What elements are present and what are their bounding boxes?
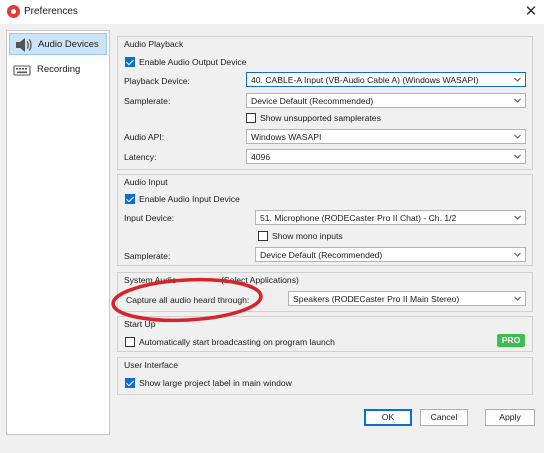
chevron-down-icon	[514, 296, 521, 301]
app-logo-icon	[7, 5, 20, 18]
enable-output-label: Enable Audio Output Device	[139, 57, 247, 67]
show-unsupported-checkbox[interactable]	[246, 113, 256, 123]
apply-button[interactable]: Apply	[485, 409, 535, 426]
show-unsupported-label: Show unsupported samplerates	[260, 113, 381, 123]
pro-badge: PRO	[497, 334, 525, 347]
input-samplerate-value: Device Default (Recommended)	[260, 250, 383, 260]
chevron-down-icon	[514, 154, 521, 159]
show-mono-checkbox[interactable]	[258, 231, 268, 241]
input-samplerate-select[interactable]: Device Default (Recommended)	[255, 247, 526, 262]
category-sidebar: Audio Devices Recording	[6, 30, 110, 435]
sidebar-item-audio-devices[interactable]: Audio Devices	[9, 33, 107, 55]
title-bar: Preferences ✕	[0, 0, 544, 24]
latency-value: 4096	[251, 152, 271, 162]
user-interface-group: User Interface Show large project label …	[117, 357, 533, 395]
preferences-window: Preferences ✕ Audio Devices Recording Au…	[0, 0, 544, 453]
audio-input-group: Audio Input Enable Audio Input Device In…	[117, 174, 533, 266]
chevron-down-icon	[514, 215, 521, 220]
capture-audio-label: Capture all audio heard through:	[126, 295, 250, 305]
group-title-suffix: (Select Applications)	[221, 275, 299, 285]
playback-device-value: 40. CABLE-A Input (VB-Audio Cable A) (Wi…	[251, 75, 479, 85]
input-samplerate-label: Samplerate:	[124, 251, 171, 261]
large-label-checkbox[interactable]	[125, 378, 135, 388]
start-up-group: Start Up Automatically start broadcastin…	[117, 316, 533, 352]
latency-label: Latency:	[124, 152, 157, 162]
close-icon[interactable]: ✕	[522, 3, 540, 21]
chevron-down-icon	[514, 98, 521, 103]
samplerate-label: Samplerate:	[124, 96, 171, 106]
audio-api-value: Windows WASAPI	[251, 132, 322, 142]
window-title: Preferences	[24, 6, 78, 17]
enable-input-checkbox[interactable]	[125, 194, 135, 204]
ok-button[interactable]: OK	[364, 409, 412, 426]
keyboard-icon	[13, 65, 31, 76]
audio-playback-group: Audio Playback Enable Audio Output Devic…	[117, 36, 533, 170]
speaker-icon	[16, 38, 32, 52]
input-device-value: 51. Microphone (RODECaster Pro II Chat) …	[260, 213, 457, 223]
system-audio-capture-group: System Audio (Select Applications) Captu…	[117, 272, 533, 312]
input-device-label: Input Device:	[124, 213, 175, 223]
capture-device-select[interactable]: Speakers (RODECaster Pro II Main Stereo)	[288, 291, 526, 306]
enable-input-label: Enable Audio Input Device	[139, 194, 240, 204]
show-mono-label: Show mono inputs	[272, 231, 343, 241]
auto-broadcast-label: Automatically start broadcasting on prog…	[139, 337, 335, 347]
sidebar-item-label: Recording	[37, 64, 81, 75]
chevron-down-icon	[514, 134, 521, 139]
group-title: User Interface	[124, 360, 178, 370]
group-title: System Audio	[124, 275, 177, 285]
chevron-down-icon	[514, 77, 521, 82]
playback-samplerate-select[interactable]: Device Default (Recommended)	[246, 93, 526, 108]
latency-select[interactable]: 4096	[246, 149, 526, 164]
sidebar-item-label: Audio Devices	[38, 39, 99, 50]
chevron-down-icon	[514, 252, 521, 257]
sidebar-item-recording[interactable]: Recording	[9, 59, 107, 81]
group-title: Audio Playback	[124, 39, 184, 49]
large-label-label: Show large project label in main window	[139, 378, 292, 388]
group-title: Audio Input	[124, 177, 168, 187]
playback-device-select[interactable]: 40. CABLE-A Input (VB-Audio Cable A) (Wi…	[246, 72, 526, 87]
audio-api-select[interactable]: Windows WASAPI	[246, 129, 526, 144]
group-title: Start Up	[124, 319, 156, 329]
playback-samplerate-value: Device Default (Recommended)	[251, 96, 374, 106]
auto-broadcast-checkbox[interactable]	[125, 337, 135, 347]
audio-api-label: Audio API:	[124, 132, 165, 142]
enable-output-checkbox[interactable]	[125, 57, 135, 67]
playback-device-label: Playback Device:	[124, 76, 190, 86]
cancel-button[interactable]: Cancel	[420, 409, 468, 426]
input-device-select[interactable]: 51. Microphone (RODECaster Pro II Chat) …	[255, 210, 526, 225]
capture-device-value: Speakers (RODECaster Pro II Main Stereo)	[293, 294, 460, 304]
